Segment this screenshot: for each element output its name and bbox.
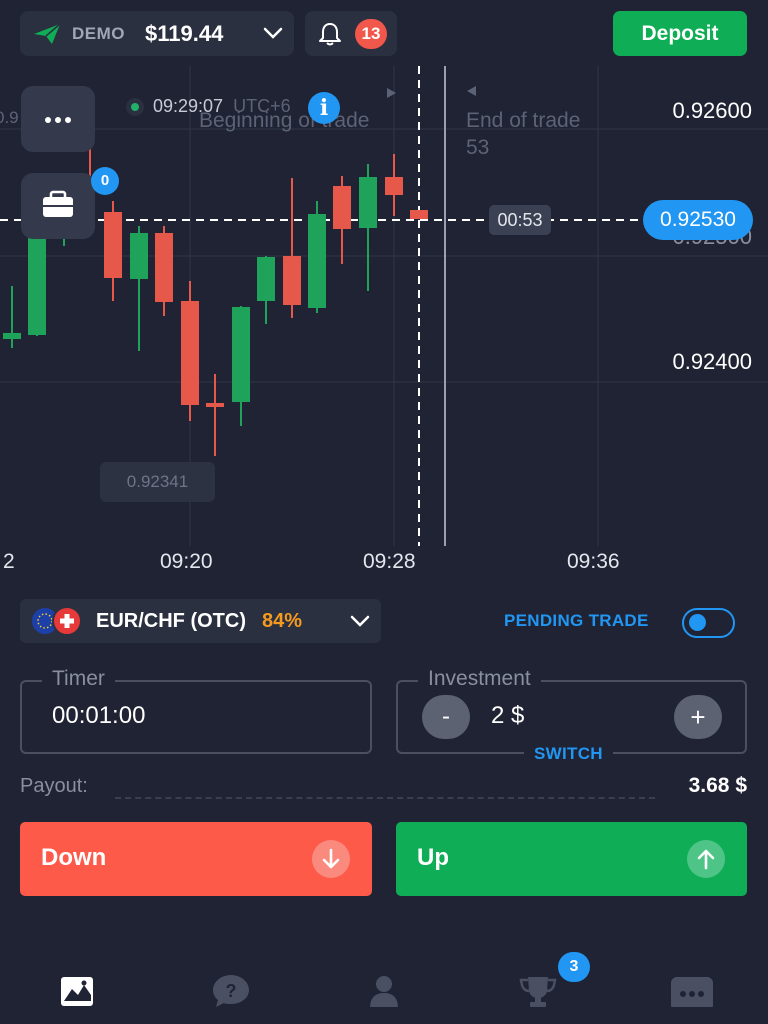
time-axis-label: 09:20	[160, 550, 213, 573]
chart-icon[interactable]	[56, 963, 100, 1007]
time-axis-label: 09:36	[567, 550, 620, 573]
svg-text:?: ?	[226, 981, 237, 1001]
top-bar: DEMO $119.44 13 Deposit	[0, 0, 768, 66]
switch-button[interactable]: SWITCH	[524, 744, 613, 764]
more-horizontal-icon	[45, 117, 71, 123]
more-icon[interactable]	[669, 963, 713, 1011]
payout-divider	[115, 797, 655, 799]
currency-flags	[30, 606, 86, 636]
end-of-trade-value: 53	[466, 136, 490, 159]
asset-selector[interactable]: EUR/CHF (OTC) 84%	[20, 599, 381, 643]
down-button-label: Down	[41, 844, 107, 871]
investment-value[interactable]: 2 $	[491, 702, 524, 730]
investment-label: Investment	[418, 667, 541, 691]
account-balance: $119.44	[145, 20, 224, 46]
timezone-label: UTC+6	[233, 96, 291, 116]
price-axis-label: 0.92400	[672, 349, 752, 374]
up-button-label: Up	[417, 844, 449, 871]
bottom-nav: ? 3	[0, 952, 768, 1024]
chart-menu-button[interactable]	[21, 86, 95, 152]
asset-name: EUR/CHF (OTC)	[96, 609, 246, 632]
portfolio-badge: 0	[91, 167, 119, 195]
left-price-label: 0.9	[0, 108, 19, 127]
time-axis-label: 09:28	[363, 550, 416, 573]
paper-plane-icon	[34, 22, 61, 44]
price-axis-label: 0.92600	[672, 98, 752, 123]
achievements-badge: 3	[558, 952, 590, 982]
payout-label: Payout:	[20, 775, 88, 797]
swiss-flag-icon	[52, 606, 82, 636]
live-dot-icon	[126, 97, 144, 116]
payout-value: 3.68 $	[688, 774, 747, 797]
notifications-badge: 13	[355, 19, 387, 49]
arrow-up-icon	[687, 840, 725, 878]
end-of-trade-label: End of trade	[466, 109, 581, 132]
timer-label: Timer	[42, 667, 115, 691]
clock-time: 09:29:07	[153, 96, 224, 116]
time-axis-label: 2	[3, 550, 15, 573]
pending-trade-label: PENDING TRADE	[504, 611, 649, 630]
trophy-icon[interactable]	[516, 963, 560, 1007]
chevron-down-icon	[350, 615, 370, 627]
up-button[interactable]: Up	[396, 822, 747, 896]
pending-trade-toggle[interactable]	[682, 608, 735, 638]
info-icon[interactable]: i	[308, 92, 340, 124]
increase-investment-button[interactable]: +	[674, 695, 722, 739]
current-price-tag: 0.92530	[643, 200, 753, 240]
bell-icon	[319, 23, 341, 46]
profile-icon[interactable]	[362, 963, 406, 1008]
asset-payout-percent: 84%	[261, 609, 303, 632]
portfolio-button[interactable]: 0	[21, 167, 119, 239]
help-icon[interactable]: ?	[209, 963, 253, 1007]
account-selector[interactable]: DEMO $119.44	[20, 11, 294, 56]
trade-countdown: 00:53	[489, 205, 551, 235]
price-chart[interactable]: 0.9 Beginning of trade End of trade 53 0…	[0, 66, 768, 586]
briefcase-icon	[43, 190, 73, 217]
low-price-marker: 0.92341	[100, 462, 215, 502]
down-button[interactable]: Down	[20, 822, 372, 896]
deposit-button[interactable]: Deposit	[613, 11, 747, 56]
notifications-button[interactable]: 13	[305, 11, 397, 56]
account-mode: DEMO	[72, 23, 125, 43]
candlestick-chart	[0, 66, 768, 546]
timer-field[interactable]: Timer 00:01:00	[20, 667, 372, 754]
investment-field[interactable]: Investment - 2 $ + SWITCH	[396, 667, 747, 764]
timer-value[interactable]: 00:01:00	[52, 702, 145, 730]
decrease-investment-button[interactable]: -	[422, 695, 470, 739]
chevron-down-icon	[263, 27, 283, 39]
server-clock: 09:29:07 UTC+6	[126, 96, 291, 117]
arrow-down-icon	[312, 840, 350, 878]
